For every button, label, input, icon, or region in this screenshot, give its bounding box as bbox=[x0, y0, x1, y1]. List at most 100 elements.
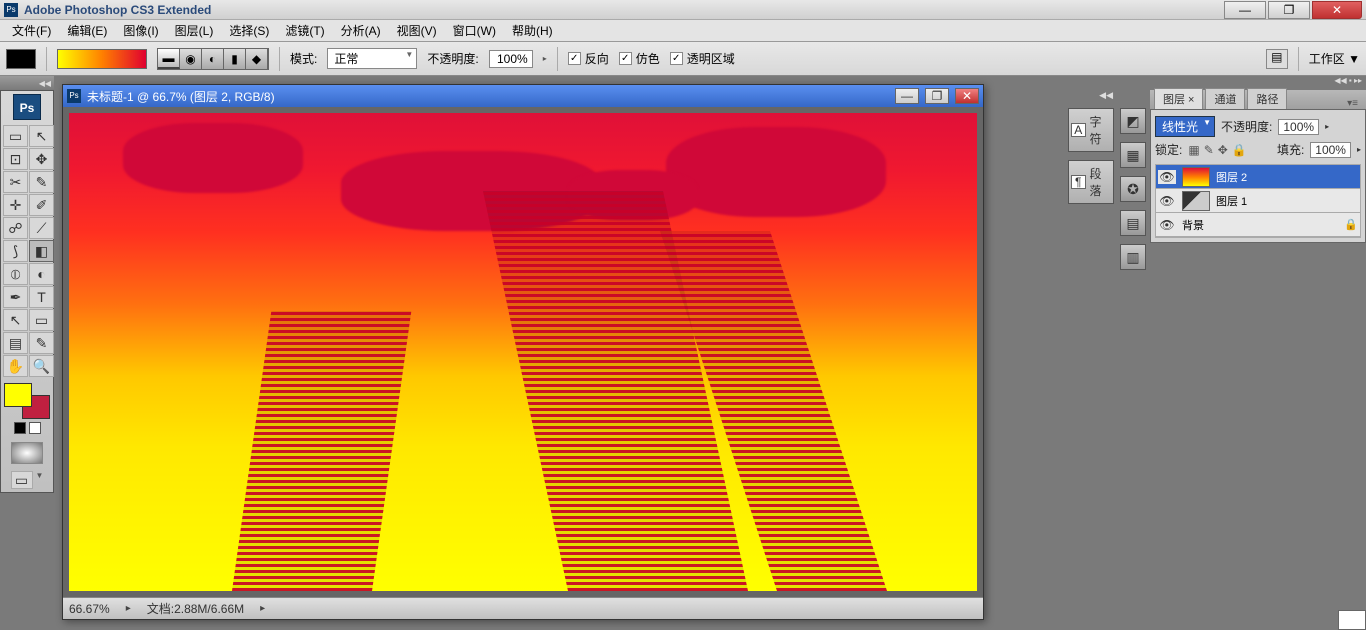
character-tab[interactable]: A字符 bbox=[1068, 108, 1114, 152]
slice-tool[interactable]: ✎ bbox=[29, 171, 54, 193]
path-select-tool[interactable]: ↖ bbox=[3, 309, 28, 331]
history-icon[interactable]: ▥ bbox=[1120, 244, 1146, 270]
status-arrow-icon[interactable]: ▸ bbox=[260, 603, 265, 614]
mid-col-header[interactable]: ◀◀ bbox=[1066, 90, 1116, 104]
menu-layer[interactable]: 图层(L) bbox=[167, 20, 222, 41]
opacity-slider-icon[interactable]: ▸ bbox=[1325, 122, 1329, 131]
menu-image[interactable]: 图像(I) bbox=[115, 20, 166, 41]
dither-checkbox[interactable]: ✓仿色 bbox=[619, 50, 660, 67]
menu-edit[interactable]: 编辑(E) bbox=[59, 20, 115, 41]
stamp-tool[interactable]: ☍ bbox=[3, 217, 28, 239]
lock-pixels-icon[interactable]: ✎ bbox=[1204, 143, 1214, 157]
gradient-radial-button[interactable]: ◉ bbox=[180, 49, 202, 69]
layer-row[interactable]: 👁 图层 1 bbox=[1156, 189, 1360, 213]
hand-tool[interactable]: ✋ bbox=[3, 355, 28, 377]
layer-opacity-input[interactable]: 100% bbox=[1278, 119, 1319, 135]
maximize-button[interactable]: ❐ bbox=[1268, 1, 1310, 19]
foreground-color-swatch[interactable] bbox=[4, 383, 32, 407]
dodge-tool[interactable]: ◐ bbox=[29, 263, 54, 285]
screen-mode-arrow-icon[interactable]: ▼ bbox=[36, 471, 44, 489]
paths-tab[interactable]: 路径 bbox=[1247, 88, 1287, 109]
lock-position-icon[interactable]: ✥ bbox=[1218, 143, 1228, 157]
layer-name[interactable]: 图层 2 bbox=[1216, 169, 1358, 185]
visibility-icon[interactable]: 👁 bbox=[1158, 218, 1176, 232]
layers-tab[interactable]: 图层 × bbox=[1154, 88, 1203, 109]
move-tool[interactable]: ↖ bbox=[29, 125, 54, 147]
lock-transparency-icon[interactable]: ▦ bbox=[1188, 143, 1199, 157]
tool-preset-picker[interactable] bbox=[6, 49, 36, 69]
minimize-button[interactable]: — bbox=[1224, 1, 1266, 19]
layer-thumbnail[interactable] bbox=[1182, 191, 1210, 211]
canvas-area: Ps 未标题-1 @ 66.7% (图层 2, RGB/8) — ❐ ✕ 66.… bbox=[54, 76, 1066, 630]
lasso-tool[interactable]: ⊡ bbox=[3, 148, 28, 170]
layer-name[interactable]: 图层 1 bbox=[1216, 193, 1358, 209]
navigator-icon[interactable]: ◩ bbox=[1120, 108, 1146, 134]
brushes-icon[interactable]: ▤ bbox=[1266, 49, 1288, 69]
menu-analysis[interactable]: 分析(A) bbox=[333, 20, 389, 41]
gradient-angle-button[interactable]: ◐ bbox=[202, 49, 224, 69]
transparency-checkbox[interactable]: ✓透明区域 bbox=[670, 50, 735, 67]
marquee-tool[interactable]: ▭ bbox=[3, 125, 28, 147]
history-brush-tool[interactable]: ⟋ bbox=[29, 217, 54, 239]
layer-row[interactable]: 👁 图层 2 bbox=[1156, 165, 1360, 189]
pen-tool[interactable]: ✒ bbox=[3, 286, 28, 308]
blur-tool[interactable]: ⦶ bbox=[3, 263, 28, 285]
gradient-reflected-button[interactable]: ▮ bbox=[224, 49, 246, 69]
type-tool[interactable]: T bbox=[29, 286, 54, 308]
toolbox-header[interactable]: ◀◀ bbox=[0, 76, 54, 90]
visibility-icon[interactable]: 👁 bbox=[1158, 170, 1176, 184]
heal-tool[interactable]: ✛ bbox=[3, 194, 28, 216]
ps-badge-icon: Ps bbox=[13, 94, 41, 120]
screen-mode-button[interactable]: ▭ bbox=[11, 471, 33, 489]
menu-help[interactable]: 帮助(H) bbox=[504, 20, 561, 41]
paragraph-tab[interactable]: ¶段落 bbox=[1068, 160, 1114, 204]
lock-all-icon[interactable]: 🔒 bbox=[1232, 143, 1247, 157]
crop-tool[interactable]: ✂ bbox=[3, 171, 28, 193]
wand-tool[interactable]: ✥ bbox=[29, 148, 54, 170]
panel-menu-icon[interactable]: ▾≡ bbox=[1343, 98, 1362, 109]
menu-file[interactable]: 文件(F) bbox=[4, 20, 59, 41]
brush-tool[interactable]: ✐ bbox=[29, 194, 54, 216]
notes-tool[interactable]: ▤ bbox=[3, 332, 28, 354]
zoom-tool[interactable]: 🔍 bbox=[29, 355, 54, 377]
layer-thumbnail[interactable] bbox=[1182, 167, 1210, 187]
swap-colors-icon[interactable] bbox=[29, 422, 41, 434]
menu-filter[interactable]: 滤镜(T) bbox=[277, 20, 332, 41]
blend-mode-select[interactable]: 正常 bbox=[327, 48, 417, 69]
reverse-checkbox[interactable]: ✓反向 bbox=[568, 50, 609, 67]
canvas[interactable] bbox=[63, 107, 983, 597]
channels-tab[interactable]: 通道 bbox=[1205, 88, 1245, 109]
close-button[interactable]: ✕ bbox=[1312, 1, 1362, 19]
gradient-picker[interactable] bbox=[57, 49, 147, 69]
menu-select[interactable]: 选择(S) bbox=[221, 20, 277, 41]
styles-icon[interactable]: ▤ bbox=[1120, 210, 1146, 236]
gradient-diamond-button[interactable]: ◆ bbox=[246, 49, 268, 69]
fill-slider-icon[interactable]: ▸ bbox=[1357, 145, 1361, 154]
quick-mask-button[interactable] bbox=[11, 442, 43, 464]
layer-blend-mode-select[interactable]: 线性光 bbox=[1155, 116, 1215, 137]
workspace-menu[interactable]: 工作区 ▼ bbox=[1309, 50, 1360, 67]
doc-minimize-button[interactable]: — bbox=[895, 88, 919, 104]
doc-close-button[interactable]: ✕ bbox=[955, 88, 979, 104]
gradient-tool[interactable]: ◧ bbox=[29, 240, 54, 262]
layer-name[interactable]: 背景 bbox=[1182, 217, 1338, 233]
opacity-arrow-icon[interactable]: ▸ bbox=[543, 54, 547, 63]
zoom-display[interactable]: 66.67% bbox=[69, 602, 110, 616]
doc-maximize-button[interactable]: ❐ bbox=[925, 88, 949, 104]
menu-view[interactable]: 视图(V) bbox=[389, 20, 445, 41]
swatches-icon[interactable]: ✪ bbox=[1120, 176, 1146, 202]
fill-input[interactable]: 100% bbox=[1310, 142, 1351, 158]
color-icon[interactable]: ▦ bbox=[1120, 142, 1146, 168]
layer-thumbnail[interactable] bbox=[1338, 610, 1366, 630]
visibility-icon[interactable]: 👁 bbox=[1158, 194, 1176, 208]
opacity-input[interactable]: 100% bbox=[489, 50, 533, 68]
menu-window[interactable]: 窗口(W) bbox=[445, 20, 504, 41]
shape-tool[interactable]: ▭ bbox=[29, 309, 54, 331]
eyedropper-tool[interactable]: ✎ bbox=[29, 332, 54, 354]
eraser-tool[interactable]: ⟆ bbox=[3, 240, 28, 262]
document-titlebar[interactable]: Ps 未标题-1 @ 66.7% (图层 2, RGB/8) — ❐ ✕ bbox=[63, 85, 983, 107]
gradient-linear-button[interactable]: ▬ bbox=[158, 49, 180, 69]
default-colors-icon[interactable] bbox=[14, 422, 26, 434]
zoom-arrow-icon[interactable]: ▸ bbox=[126, 603, 131, 614]
layer-row[interactable]: 👁 背景 🔒 bbox=[1156, 213, 1360, 237]
